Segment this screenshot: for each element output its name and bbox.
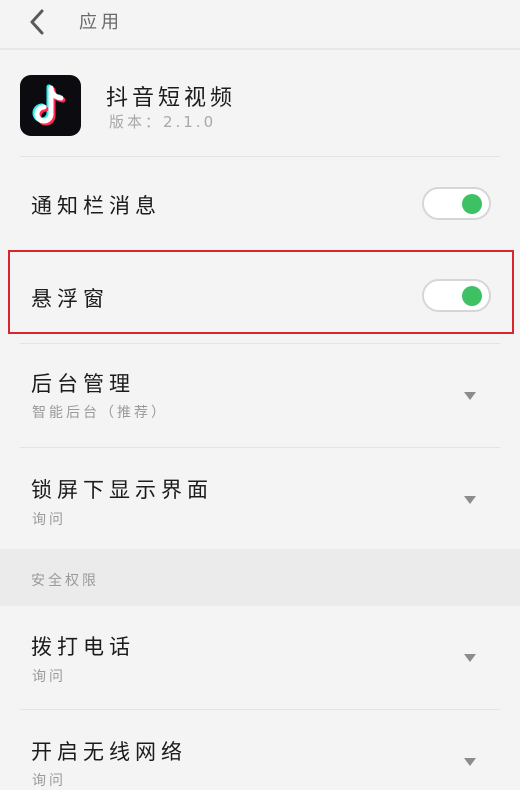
wireless-network-label: 开启无线网络	[31, 740, 187, 764]
wireless-network-row[interactable]: 开启无线网络 询问	[0, 710, 520, 789]
app-version: 版本：2.1.0	[109, 113, 217, 131]
chevron-down-icon[interactable]	[464, 758, 476, 766]
toggle-knob	[462, 194, 482, 214]
notification-label: 通知栏消息	[31, 194, 161, 218]
chevron-down-icon[interactable]	[464, 654, 476, 662]
notification-row[interactable]: 通知栏消息	[0, 157, 520, 252]
floating-window-toggle[interactable]	[422, 279, 491, 312]
back-button[interactable]	[20, 5, 54, 39]
toggle-knob	[462, 286, 482, 306]
floating-window-label: 悬浮窗	[31, 287, 109, 311]
lockscreen-display-value: 询问	[32, 512, 66, 528]
background-management-value: 智能后台（推荐）	[32, 405, 168, 421]
chevron-down-icon[interactable]	[464, 392, 476, 400]
chevron-left-icon	[30, 9, 44, 35]
page-title: 应用	[79, 12, 123, 33]
tiktok-app-icon	[20, 75, 81, 136]
floating-window-row[interactable]: 悬浮窗	[0, 251, 520, 343]
lockscreen-display-label: 锁屏下显示界面	[31, 478, 213, 502]
app-name: 抖音短视频	[106, 86, 237, 111]
lockscreen-display-row[interactable]: 锁屏下显示界面 询问	[0, 448, 520, 549]
phone-call-value: 询问	[32, 669, 66, 685]
section-header: 安全权限	[0, 549, 520, 606]
phone-call-row[interactable]: 拨打电话 询问	[0, 606, 520, 709]
app-permission-screen: 应用 抖音短视频 版本：2.1.0 通知栏消息 悬浮窗 后台管理 智能后台（推荐…	[0, 0, 520, 789]
app-info: 抖音短视频 版本：2.1.0	[0, 50, 520, 156]
notification-toggle[interactable]	[422, 187, 491, 220]
phone-call-label: 拨打电话	[31, 635, 135, 659]
section-title: 安全权限	[31, 573, 99, 589]
background-management-label: 后台管理	[31, 372, 135, 396]
wireless-network-value: 询问	[32, 773, 66, 789]
chevron-down-icon[interactable]	[464, 496, 476, 504]
top-bar: 应用	[0, 0, 520, 48]
background-management-row[interactable]: 后台管理 智能后台（推荐）	[0, 344, 520, 447]
music-note-logo-icon	[32, 84, 65, 125]
